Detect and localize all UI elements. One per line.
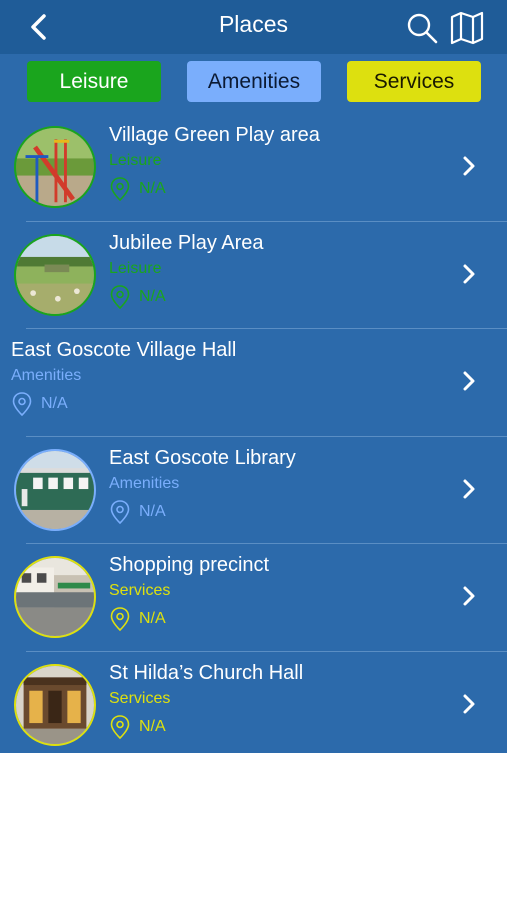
place-distance-value: N/A [139, 717, 166, 735]
place-name: East Goscote Village Hall [11, 339, 237, 361]
chevron-right-icon [463, 156, 475, 176]
place-row[interactable]: East Goscote Library Amenities N/A [0, 437, 507, 544]
place-row[interactable]: Jubilee Play Area Leisure N/A [0, 222, 507, 329]
places-content: Leisure Amenities Services Village Green… [0, 54, 507, 753]
location-pin-icon [12, 392, 32, 417]
place-text: St Hilda’s Church Hall Services N/A [109, 660, 447, 740]
places-list: Village Green Play area Leisure N/A Jubi… [0, 114, 507, 759]
place-row[interactable]: Village Green Play area Leisure N/A [0, 114, 507, 222]
place-distance: N/A [109, 714, 447, 740]
place-distance-value: N/A [139, 180, 166, 197]
search-icon[interactable] [405, 11, 439, 45]
place-thumbnail [14, 663, 96, 746]
location-pin-icon [110, 284, 130, 309]
filter-amenities-label: Amenities [207, 69, 301, 93]
nav-bar: Places [0, 0, 507, 54]
place-thumbnail [14, 448, 96, 531]
place-name: St Hilda’s Church Hall [109, 661, 304, 684]
category-filter-bar: Leisure Amenities Services [0, 54, 507, 114]
place-text: East Goscote Library Amenities N/A [109, 445, 447, 525]
place-thumbnail [14, 556, 96, 638]
filter-services-button[interactable]: Services [347, 61, 481, 102]
place-text: East Goscote Village Hall Amenities N/A [11, 337, 447, 417]
chevron-right-icon [463, 264, 475, 283]
place-text: Jubilee Play Area Leisure N/A [109, 230, 447, 310]
place-distance-value: N/A [139, 502, 166, 520]
chevron-right-icon [463, 371, 475, 391]
place-row[interactable]: Shopping precinct Services N/A [0, 544, 507, 652]
places-screen: Places Leisure Amenities Services Villag… [0, 0, 507, 900]
place-row[interactable]: East Goscote Village Hall Amenities N/A [0, 329, 507, 437]
place-distance: N/A [11, 391, 447, 417]
place-distance-value: N/A [139, 287, 166, 305]
location-pin-icon [110, 714, 130, 739]
place-category: Amenities [109, 474, 180, 492]
place-row[interactable]: St Hilda’s Church Hall Services N/A [0, 652, 507, 760]
place-distance: N/A [109, 284, 447, 310]
chevron-right-icon [463, 586, 475, 606]
place-category: Services [109, 689, 171, 707]
place-name: East Goscote Library [109, 446, 296, 469]
place-distance-value: N/A [41, 395, 68, 412]
place-name: Jubilee Play Area [109, 231, 264, 254]
filter-amenities-button[interactable]: Amenities [187, 61, 321, 102]
place-distance: N/A [109, 499, 447, 525]
place-text: Village Green Play area Leisure N/A [109, 122, 447, 202]
place-category: Services [109, 582, 171, 599]
place-thumbnail [14, 233, 96, 316]
filter-leisure-button[interactable]: Leisure [27, 61, 161, 102]
place-text: Shopping precinct Services N/A [109, 552, 447, 632]
location-pin-icon [110, 607, 130, 632]
place-category: Leisure [109, 152, 162, 169]
chevron-right-icon [463, 694, 475, 713]
filter-leisure-label: Leisure [59, 69, 129, 93]
map-icon[interactable] [449, 10, 485, 46]
place-name: Shopping precinct [109, 554, 270, 576]
chevron-right-icon [463, 479, 475, 498]
place-thumbnail [14, 126, 96, 208]
place-distance-value: N/A [139, 610, 166, 627]
filter-services-label: Services [373, 69, 455, 93]
place-category: Amenities [11, 367, 82, 384]
location-pin-icon [110, 177, 130, 202]
place-name: Village Green Play area [109, 124, 320, 146]
place-category: Leisure [109, 259, 162, 277]
place-distance: N/A [109, 176, 447, 202]
location-pin-icon [110, 499, 130, 524]
place-distance: N/A [109, 606, 447, 632]
